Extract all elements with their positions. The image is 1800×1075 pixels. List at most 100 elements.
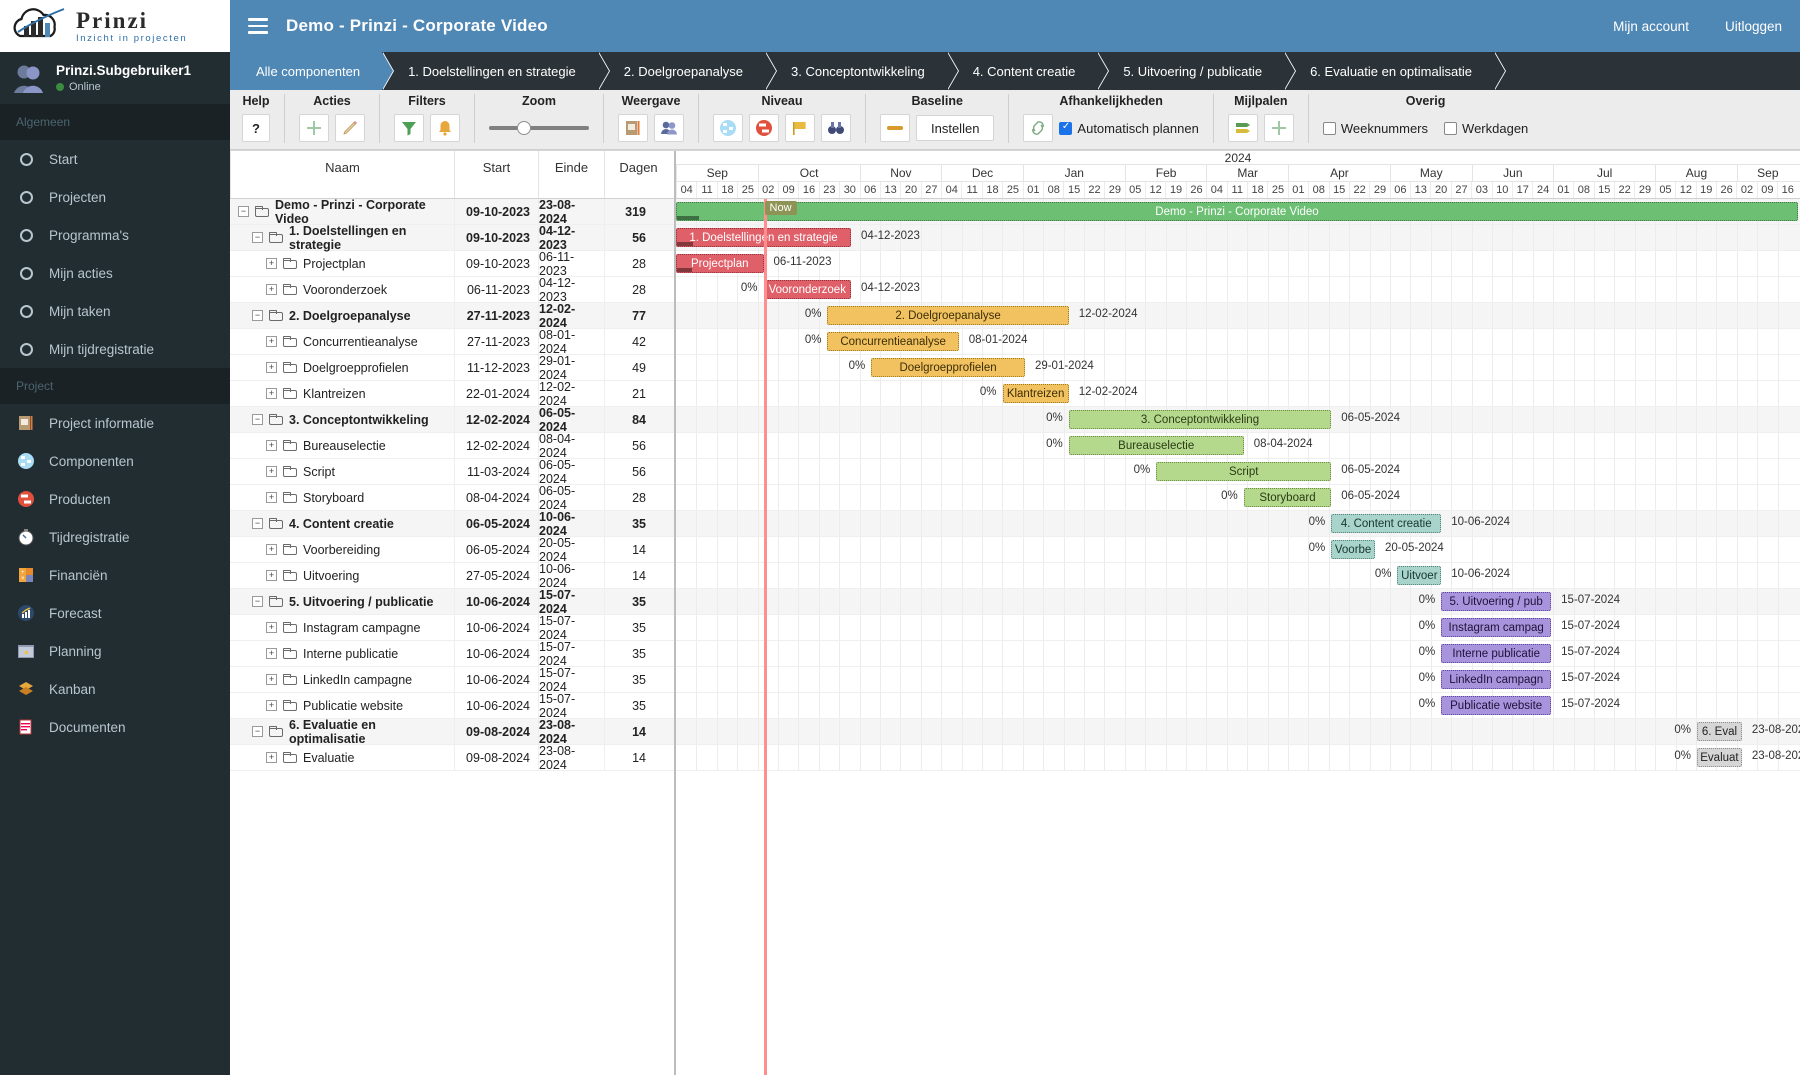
- brand-logo[interactable]: Prinzi Inzicht in projecten: [0, 0, 230, 52]
- collapse-toggle-icon[interactable]: −: [252, 518, 263, 529]
- gantt-bar[interactable]: Script: [1156, 462, 1332, 481]
- collapse-toggle-icon[interactable]: −: [252, 414, 263, 425]
- collapse-toggle-icon[interactable]: −: [252, 596, 263, 607]
- table-row[interactable]: − 2. Doelgroepanalyse 27-11-2023 12-02-2024…: [230, 302, 674, 330]
- products-icon[interactable]: [749, 114, 779, 142]
- baseline-instellen-button[interactable]: Instellen: [916, 115, 995, 141]
- sidebar-item-kanban[interactable]: Kanban: [0, 670, 230, 708]
- expand-toggle-icon[interactable]: +: [266, 284, 277, 295]
- add-milestone-icon[interactable]: [1263, 114, 1294, 142]
- gantt-bar[interactable]: 4. Content creatie: [1331, 514, 1442, 533]
- gantt-bar[interactable]: Instagram campag: [1441, 618, 1552, 637]
- sidebar-item-producten[interactable]: Producten: [0, 480, 230, 518]
- expand-toggle-icon[interactable]: +: [266, 336, 277, 347]
- expand-toggle-icon[interactable]: +: [266, 648, 277, 659]
- expand-toggle-icon[interactable]: +: [266, 258, 277, 269]
- expand-toggle-icon[interactable]: +: [266, 492, 277, 503]
- milestone-flag-icon[interactable]: [1227, 114, 1258, 142]
- expand-toggle-icon[interactable]: +: [266, 700, 277, 711]
- sidebar-item-project-informatie[interactable]: Project informatie: [0, 404, 230, 442]
- sidebar-item-documenten[interactable]: Documenten: [0, 708, 230, 746]
- sidebar-item-financi-n[interactable]: + × Financiën: [0, 556, 230, 594]
- gantt-bar[interactable]: Interne publicatie: [1441, 644, 1552, 663]
- gantt-bar[interactable]: Voorbe: [1331, 540, 1375, 559]
- collapse-toggle-icon[interactable]: −: [238, 206, 249, 217]
- table-row[interactable]: + Bureauselectie 12-02-2024 08-04-2024 56: [230, 432, 674, 460]
- table-row[interactable]: + Instagram campagne 10-06-2024 15-07-2024 3…: [230, 614, 674, 642]
- gantt-bar[interactable]: LinkedIn campagn: [1441, 670, 1552, 689]
- expand-toggle-icon[interactable]: +: [266, 388, 277, 399]
- gantt-bar[interactable]: Concurrentieanalyse: [827, 332, 959, 351]
- add-icon[interactable]: [299, 114, 329, 142]
- gantt-bar[interactable]: Demo - Prinzi - Corporate Video: [676, 202, 1798, 221]
- weeknummers-checkbox[interactable]: Weeknummers: [1322, 121, 1428, 136]
- binoculars-icon[interactable]: [821, 114, 851, 142]
- tab-phase-2[interactable]: 2. Doelgroepanalyse: [598, 52, 778, 90]
- tab-alle-componenten[interactable]: Alle componenten: [230, 52, 395, 90]
- sidebar-item-forecast[interactable]: Forecast: [0, 594, 230, 632]
- tab-phase-4[interactable]: 4. Content creatie: [947, 52, 1109, 90]
- table-row[interactable]: + Publicatie website 10-06-2024 15-07-2024 3…: [230, 692, 674, 720]
- zoom-slider-knob[interactable]: [517, 121, 531, 135]
- link-icon[interactable]: [1023, 114, 1054, 142]
- column-header-start[interactable]: Start: [454, 151, 538, 198]
- notebook-icon[interactable]: [618, 114, 648, 142]
- baseline-bar-icon[interactable]: [880, 114, 910, 142]
- tab-phase-5[interactable]: 5. Uitvoering / publicatie: [1097, 52, 1296, 90]
- expand-toggle-icon[interactable]: +: [266, 752, 277, 763]
- sidebar-item-mijn-acties[interactable]: Mijn acties: [0, 254, 230, 292]
- collapse-toggle-icon[interactable]: −: [252, 310, 263, 321]
- table-row[interactable]: − 3. Conceptontwikkeling 12-02-2024 06-05-2…: [230, 406, 674, 434]
- sidebar-item-planning[interactable]: Planning: [0, 632, 230, 670]
- expand-toggle-icon[interactable]: +: [266, 362, 277, 373]
- sidebar-item-mijn-taken[interactable]: Mijn taken: [0, 292, 230, 330]
- expand-toggle-icon[interactable]: +: [266, 466, 277, 477]
- gantt-bar[interactable]: Doelgroepprofielen: [871, 358, 1025, 377]
- gantt-bar[interactable]: Bureauselectie: [1068, 436, 1244, 455]
- table-row[interactable]: − 1. Doelstellingen en strategie 09-10-202…: [230, 224, 674, 252]
- my-account-link[interactable]: Mijn account: [1613, 19, 1689, 34]
- tab-phase-1[interactable]: 1. Doelstellingen en strategie: [382, 52, 610, 90]
- gantt-bar[interactable]: Evaluat: [1697, 748, 1742, 767]
- bell-icon[interactable]: [430, 114, 460, 142]
- edit-pencil-icon[interactable]: [335, 114, 365, 142]
- gantt-bar[interactable]: Klantreizen: [1002, 384, 1069, 403]
- table-row[interactable]: + Interne publicatie 10-06-2024 15-07-2024 3…: [230, 640, 674, 668]
- help-button[interactable]: ?: [242, 114, 270, 142]
- gantt-bar[interactable]: 5. Uitvoering / pub: [1441, 592, 1552, 611]
- table-row[interactable]: + LinkedIn campagne 10-06-2024 15-07-2024 35: [230, 666, 674, 694]
- gantt-bar[interactable]: Projectplan: [676, 254, 764, 273]
- table-row[interactable]: + Evaluatie 09-08-2024 23-08-2024 14: [230, 744, 674, 772]
- tab-phase-3[interactable]: 3. Conceptontwikkeling: [765, 52, 959, 90]
- gantt-bar[interactable]: 2. Doelgroepanalyse: [827, 306, 1069, 325]
- sidebar-item-mijn-tijdregistratie[interactable]: Mijn tijdregistratie: [0, 330, 230, 368]
- table-row[interactable]: + Vooronderzoek 06-11-2023 04-12-2023 28: [230, 276, 674, 304]
- table-row[interactable]: − 6. Evaluatie en optimalisatie 09-08-2024…: [230, 718, 674, 746]
- sidebar-item-start[interactable]: Start: [0, 140, 230, 178]
- sidebar-item-programma-s[interactable]: Programma's: [0, 216, 230, 254]
- expand-toggle-icon[interactable]: +: [266, 674, 277, 685]
- menu-toggle-icon[interactable]: [248, 14, 268, 38]
- table-row[interactable]: − 4. Content creatie 06-05-2024 10-06-2024 3…: [230, 510, 674, 538]
- filter-funnel-icon[interactable]: [394, 114, 424, 142]
- table-row[interactable]: − 5. Uitvoering / publicatie 10-06-2024 15-…: [230, 588, 674, 616]
- user-panel[interactable]: Prinzi.Subgebruiker1 Online: [0, 52, 230, 104]
- table-row[interactable]: + Voorbereiding 06-05-2024 20-05-2024 14: [230, 536, 674, 564]
- gantt-bar[interactable]: Vooronderzoek: [763, 280, 852, 299]
- tab-phase-6[interactable]: 6. Evaluatie en optimalisatie: [1284, 52, 1506, 90]
- column-header-dagen[interactable]: Dagen: [604, 151, 672, 198]
- weeknummers-checkbox-box[interactable]: [1322, 121, 1336, 135]
- table-row[interactable]: + Concurrentieanalyse 27-11-2023 08-01-2024…: [230, 328, 674, 356]
- sidebar-item-componenten[interactable]: Componenten: [0, 442, 230, 480]
- collapse-toggle-icon[interactable]: −: [252, 232, 263, 243]
- sidebar-item-tijdregistratie[interactable]: Tijdregistratie: [0, 518, 230, 556]
- gantt-bar[interactable]: Publicatie website: [1441, 696, 1552, 715]
- gantt-bar[interactable]: 3. Conceptontwikkeling: [1068, 410, 1332, 429]
- table-row[interactable]: + Projectplan 09-10-2023 06-11-2023 28: [230, 250, 674, 278]
- column-header-einde[interactable]: Einde: [538, 151, 604, 198]
- table-row[interactable]: + Storyboard 08-04-2024 06-05-2024 28: [230, 484, 674, 512]
- table-row[interactable]: + Uitvoering 27-05-2024 10-06-2024 14: [230, 562, 674, 590]
- expand-toggle-icon[interactable]: +: [266, 622, 277, 633]
- werkdagen-checkbox-box[interactable]: [1444, 121, 1458, 135]
- components-icon[interactable]: [713, 114, 743, 142]
